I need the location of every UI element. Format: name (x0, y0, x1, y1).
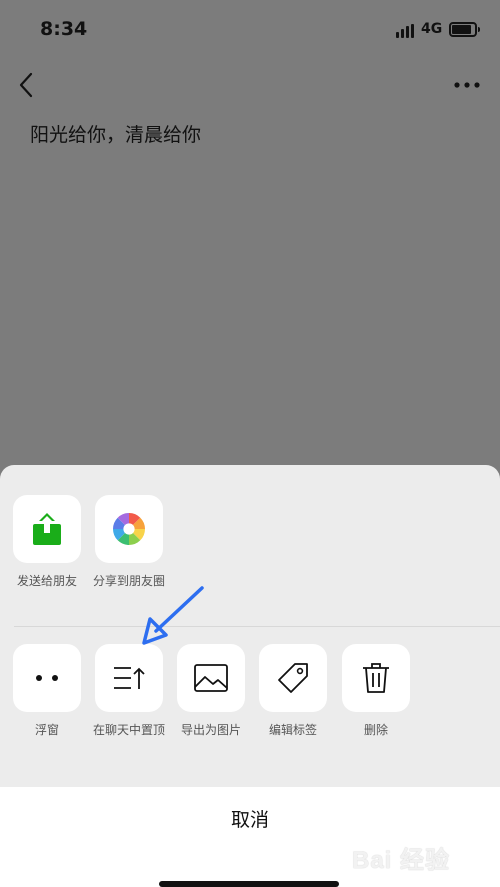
action-tile[interactable] (259, 644, 327, 712)
export-image-icon (194, 664, 228, 692)
baidu-watermark: Bai 经验 (352, 826, 498, 882)
more-actions-row: 浮窗 在聊天中置顶 导出为图片 编辑标签 删除 (0, 644, 500, 744)
pin-to-chat-icon (114, 667, 145, 689)
action-tile[interactable] (342, 644, 410, 712)
note-title: 阳光给你，清晨给你 (30, 124, 202, 146)
divider (14, 626, 500, 627)
action-tile[interactable] (95, 644, 163, 712)
more-icon[interactable] (452, 80, 482, 90)
moments-icon (113, 513, 145, 545)
share-actions-row: 发送给朋友 分享到朋友圈 (0, 495, 500, 595)
status-time: 8:34 (40, 18, 88, 40)
action-tile[interactable] (95, 495, 163, 563)
back-icon[interactable] (16, 72, 38, 98)
home-indicator[interactable] (159, 881, 339, 887)
signal-icon (396, 24, 416, 38)
action-label: 分享到朋友圈 (92, 574, 165, 588)
action-tile[interactable] (13, 495, 81, 563)
battery-icon (449, 22, 480, 37)
action-label: 删除 (363, 723, 388, 737)
network-type: 4G (421, 21, 443, 37)
tag-icon (278, 663, 308, 693)
send-to-friend-icon (33, 513, 61, 545)
floating-window-icon (36, 675, 58, 681)
watermark-text: Bai 经验 (352, 847, 451, 874)
status-bar: 8:34 4G (0, 0, 500, 58)
trash-icon (363, 663, 389, 693)
action-tile[interactable] (177, 644, 245, 712)
action-tile[interactable] (13, 644, 81, 712)
